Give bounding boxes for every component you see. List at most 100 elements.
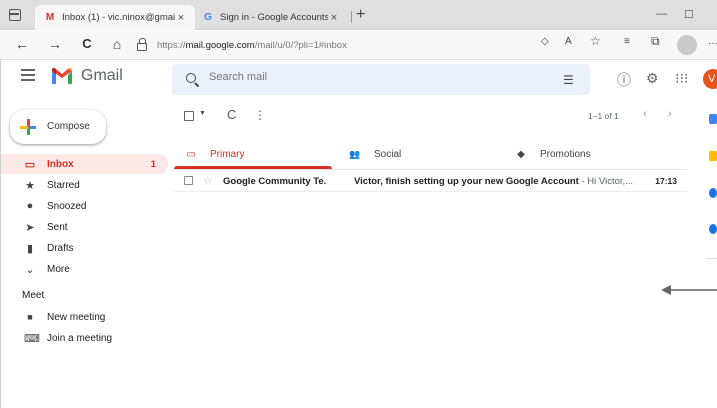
tab-title: Inbox (1) - vic.ninox@gmail.com bbox=[62, 12, 175, 23]
tab-close-icon[interactable]: × bbox=[328, 12, 340, 24]
tab-label: Promotions bbox=[540, 148, 591, 160]
sidebar-item-drafts[interactable]: ▮ Drafts bbox=[0, 238, 168, 258]
gmail-logo-icon[interactable] bbox=[51, 67, 73, 85]
account-avatar[interactable]: V bbox=[703, 69, 717, 89]
tab-separator bbox=[351, 11, 352, 23]
apps-grid-icon[interactable]: ⁝⁝⁝ bbox=[675, 70, 688, 87]
video-icon: ■ bbox=[27, 312, 33, 322]
tab-label: Social bbox=[374, 148, 402, 160]
settings-gear-icon[interactable]: ⚙ bbox=[646, 70, 659, 87]
tab-promotions[interactable]: ◆ Promotions bbox=[514, 140, 591, 168]
window-border bbox=[0, 60, 1, 408]
sidebar-item-label: Join a meeting bbox=[47, 332, 113, 344]
sidebar-item-new-meeting[interactable]: ■ New meeting bbox=[0, 307, 168, 327]
refresh-button[interactable]: C bbox=[227, 107, 236, 122]
browser-profile-avatar[interactable] bbox=[677, 35, 697, 55]
prev-page-button[interactable]: ‹ bbox=[643, 108, 647, 120]
window-menu-icon[interactable] bbox=[9, 9, 21, 21]
favorites-icon[interactable]: ☆ bbox=[590, 34, 601, 48]
tab-close-icon[interactable]: × bbox=[175, 12, 187, 24]
collections-icon[interactable]: ⧉ bbox=[651, 34, 660, 49]
search-input[interactable] bbox=[209, 71, 509, 83]
sidebar-item-label: Inbox bbox=[47, 158, 74, 170]
google-favicon-icon: G bbox=[204, 12, 212, 23]
chevron-down-icon: ⌄ bbox=[25, 263, 35, 276]
sidebar-item-label: Snoozed bbox=[47, 200, 87, 212]
calendar-app-icon[interactable] bbox=[709, 114, 717, 124]
email-subject-line: Victor, finish setting up your new Googl… bbox=[354, 176, 633, 187]
favorites-bar-icon[interactable]: ≡ bbox=[624, 36, 630, 47]
unread-count: 1 bbox=[150, 158, 156, 170]
sidebar-item-label: More bbox=[47, 263, 70, 275]
annotation-arrow bbox=[661, 285, 717, 295]
sidebar-item-join-meeting[interactable]: ⌨ Join a meeting bbox=[0, 328, 168, 348]
pagination-text: 1–1 of 1 bbox=[588, 111, 619, 121]
gmail-brand: Gmail bbox=[81, 67, 123, 84]
help-icon[interactable]: ⓘ bbox=[617, 70, 631, 90]
draft-icon: ▮ bbox=[26, 242, 34, 255]
inbox-icon: ▭ bbox=[24, 158, 36, 171]
tab-primary[interactable]: ▭ Primary bbox=[184, 140, 244, 168]
contacts-app-icon[interactable] bbox=[709, 224, 717, 234]
select-dropdown-icon[interactable]: ▼ bbox=[199, 110, 206, 117]
tasks-app-icon[interactable] bbox=[709, 188, 717, 198]
email-time: 17:13 bbox=[655, 176, 677, 186]
email-sender: Google Community Te. bbox=[223, 176, 327, 187]
tab-title: Sign in - Google Accounts bbox=[220, 12, 328, 23]
back-button[interactable]: ← bbox=[13, 36, 31, 52]
immersive-reader-icon[interactable]: A bbox=[565, 36, 572, 47]
send-icon: ➤ bbox=[25, 221, 35, 234]
keyboard-icon: ⌨ bbox=[24, 332, 40, 345]
meet-heading: Meet bbox=[22, 290, 45, 301]
compose-label: Compose bbox=[47, 121, 90, 132]
clock-icon: ● bbox=[26, 200, 34, 212]
address-bar-row: ← → C ⌂ https://mail.google.com/mail/u/0… bbox=[0, 31, 717, 60]
star-toggle-icon[interactable]: ☆ bbox=[203, 174, 213, 187]
side-panel bbox=[699, 96, 717, 408]
email-checkbox[interactable] bbox=[184, 176, 193, 185]
email-subject: Victor, finish setting up your new Googl… bbox=[354, 176, 579, 187]
reload-button[interactable]: C bbox=[78, 36, 96, 51]
next-page-button[interactable]: › bbox=[668, 108, 672, 120]
sidebar-item-label: New meeting bbox=[47, 311, 106, 323]
sidebar-item-label: Starred bbox=[47, 179, 80, 191]
tab-social[interactable]: 👥 Social bbox=[348, 140, 401, 168]
read-aloud-icon[interactable]: ◇ bbox=[541, 36, 549, 47]
sidebar-item-sent[interactable]: ➤ Sent bbox=[0, 217, 168, 237]
sidebar-item-starred[interactable]: ★ Starred bbox=[0, 175, 168, 195]
forward-button[interactable]: → bbox=[46, 36, 64, 52]
url-protocol: https:// bbox=[157, 39, 186, 51]
sidebar-item-label: Sent bbox=[47, 221, 68, 233]
more-options-icon[interactable]: ⋮ bbox=[254, 108, 266, 122]
tab-inbox[interactable]: M Inbox (1) - vic.ninox@gmail.com × bbox=[35, 5, 195, 30]
tab-sign-in[interactable]: G Sign in - Google Accounts × bbox=[193, 5, 348, 30]
tag-icon: ◆ bbox=[517, 148, 525, 160]
home-button[interactable]: ⌂ bbox=[108, 36, 126, 52]
email-row[interactable]: ☆ Google Community Te. Victor, finish se… bbox=[174, 171, 687, 192]
side-panel-divider bbox=[706, 258, 717, 259]
search-bar[interactable]: ☰ bbox=[172, 64, 590, 95]
sidebar-item-inbox[interactable]: ▭ Inbox 1 bbox=[0, 154, 168, 174]
browser-more-icon[interactable]: … bbox=[708, 36, 717, 47]
star-icon: ★ bbox=[25, 179, 35, 192]
select-all-checkbox[interactable] bbox=[184, 111, 194, 121]
url-path: /mail/u/0/?pli=1#inbox bbox=[254, 39, 347, 51]
sidebar-item-more[interactable]: ⌄ More bbox=[0, 259, 168, 279]
compose-button[interactable]: Compose bbox=[10, 110, 106, 144]
tab-divider bbox=[174, 169, 687, 170]
new-tab-button[interactable]: + bbox=[356, 6, 365, 24]
primary-inbox-icon: ▭ bbox=[186, 148, 196, 160]
lock-icon bbox=[137, 38, 147, 51]
tab-label: Primary bbox=[210, 148, 245, 160]
keep-app-icon[interactable] bbox=[709, 151, 717, 161]
sidebar-item-snoozed[interactable]: ● Snoozed bbox=[0, 196, 168, 216]
maximize-button[interactable]: ☐ bbox=[684, 8, 694, 21]
filter-options-icon[interactable]: ☰ bbox=[563, 73, 574, 87]
people-icon: 👥 bbox=[349, 148, 361, 159]
main-menu-icon[interactable] bbox=[21, 69, 35, 84]
browser-tab-strip: M Inbox (1) - vic.ninox@gmail.com × G Si… bbox=[0, 0, 717, 30]
url-field[interactable]: https://mail.google.com/mail/u/0/?pli=1#… bbox=[137, 34, 697, 56]
sidebar-item-label: Drafts bbox=[47, 242, 74, 254]
minimize-button[interactable]: — bbox=[656, 8, 667, 20]
search-icon[interactable] bbox=[186, 73, 196, 83]
